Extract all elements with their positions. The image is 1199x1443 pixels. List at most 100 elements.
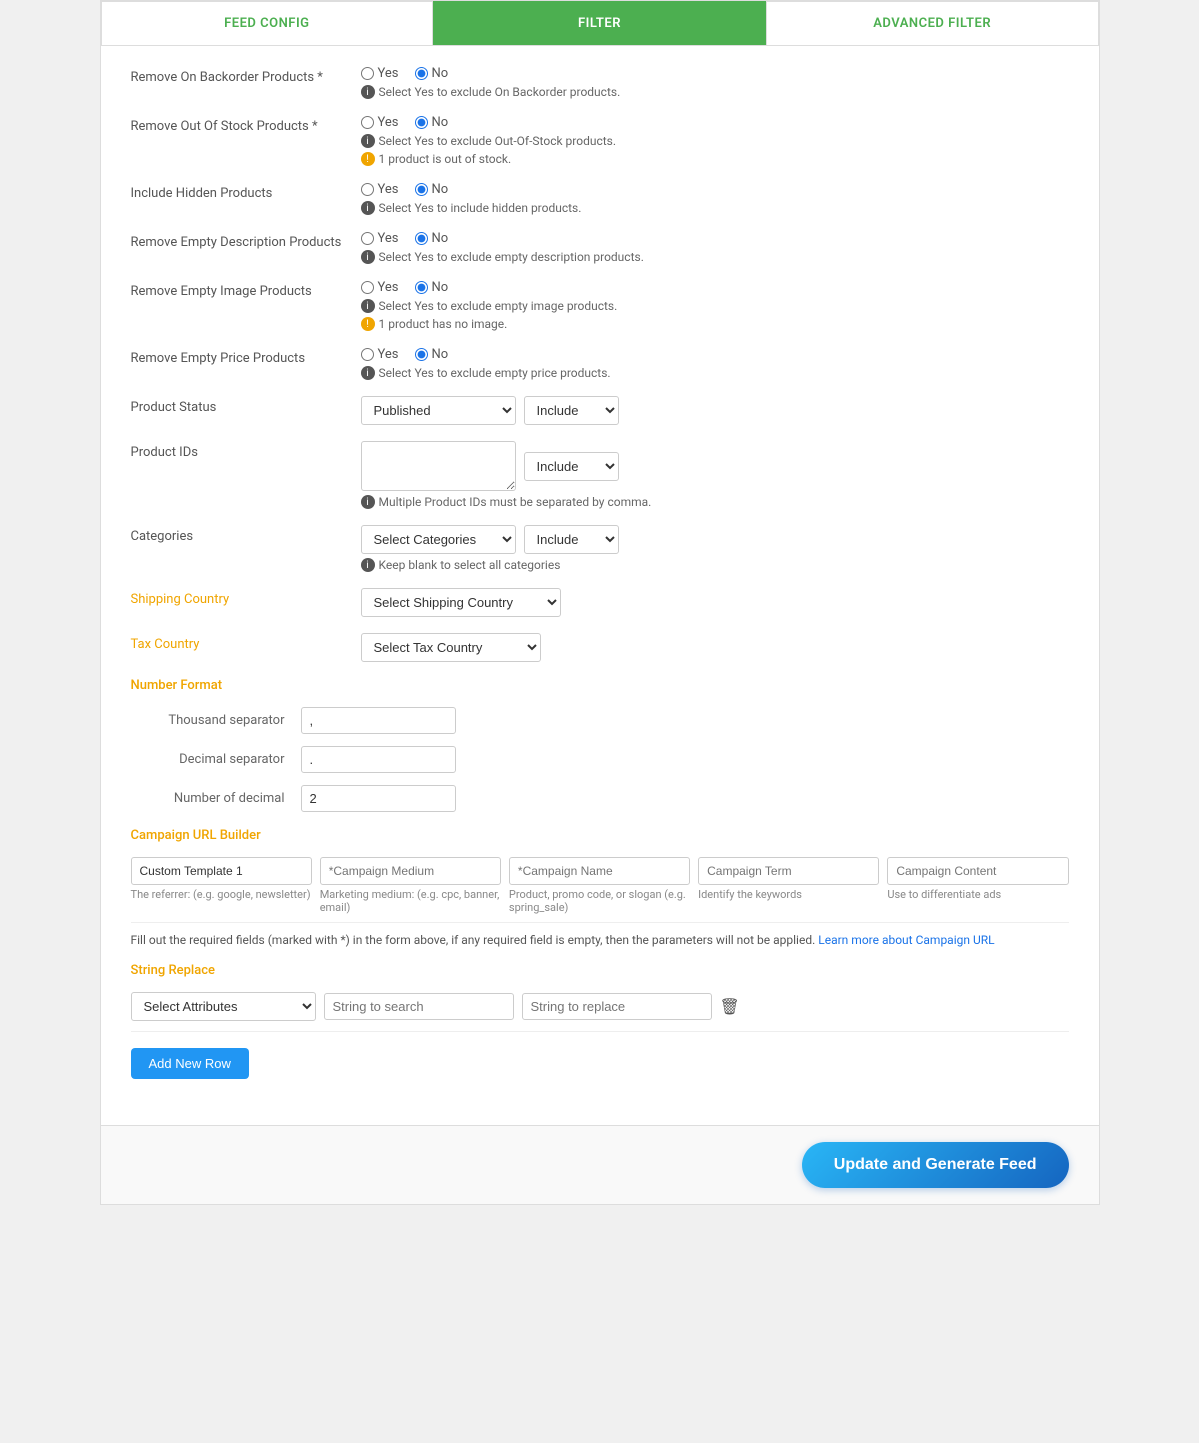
categories-select[interactable]: Select Categories xyxy=(361,525,516,554)
campaign-name-hint: Product, promo code, or slogan (e.g. spr… xyxy=(509,888,690,914)
page-footer: Update and Generate Feed xyxy=(101,1125,1099,1204)
empty-price-hint: i Select Yes to exclude empty price prod… xyxy=(361,366,1069,380)
empty-desc-yes[interactable]: Yes xyxy=(361,231,399,246)
include-hidden-hint: i Select Yes to include hidden products. xyxy=(361,201,1069,215)
tab-feed-config[interactable]: FEED CONFIG xyxy=(101,1,434,45)
tax-country-label: Tax Country xyxy=(131,633,351,652)
campaign-url-link[interactable]: Learn more about Campaign URL xyxy=(818,933,994,947)
product-ids-controls: Include Exclude i Multiple Product IDs m… xyxy=(361,441,1069,509)
remove-out-of-stock-controls: Yes No i Select Yes to exclude Out-Of-St… xyxy=(361,115,1069,166)
empty-price-no[interactable]: No xyxy=(415,347,449,362)
out-of-stock-info-icon: i xyxy=(361,134,375,148)
empty-desc-yes-radio[interactable] xyxy=(361,232,374,245)
product-ids-input[interactable] xyxy=(361,441,516,491)
campaign-term-hint: Identify the keywords xyxy=(698,888,879,901)
product-status-select[interactable]: Published Draft Pending Private xyxy=(361,396,516,425)
string-replace-replace-input[interactable] xyxy=(522,993,712,1020)
number-format-title: Number Format xyxy=(131,678,1069,693)
tax-country-select[interactable]: Select Tax Country xyxy=(361,633,541,662)
empty-price-no-radio[interactable] xyxy=(415,348,428,361)
shipping-country-label: Shipping Country xyxy=(131,588,351,607)
tax-country-row: Tax Country Select Tax Country xyxy=(131,633,1069,662)
thousand-separator-row: Thousand separator xyxy=(131,707,1069,734)
empty-desc-hint: i Select Yes to exclude empty descriptio… xyxy=(361,250,1069,264)
remove-out-of-stock-row: Remove Out Of Stock Products * Yes No i … xyxy=(131,115,1069,166)
string-replace-search-input[interactable] xyxy=(324,993,514,1020)
campaign-medium-field: Marketing medium: (e.g. cpc, banner, ema… xyxy=(320,857,501,914)
string-replace-attribute-select[interactable]: Select Attributes xyxy=(131,992,316,1021)
string-replace-delete-icon[interactable]: 🗑 xyxy=(720,997,740,1016)
empty-desc-no[interactable]: No xyxy=(415,231,449,246)
tab-advanced-filter[interactable]: ADVANCED FILTER xyxy=(766,1,1099,45)
out-of-stock-warn: ! 1 product is out of stock. xyxy=(361,152,1069,166)
campaign-fields-grid: The referrer: (e.g. google, newsletter) … xyxy=(131,857,1069,914)
campaign-custom-template-input[interactable] xyxy=(131,857,312,885)
include-hidden-radio-group: Yes No xyxy=(361,182,1069,197)
decimal-separator-input[interactable] xyxy=(301,746,456,773)
remove-empty-price-row: Remove Empty Price Products Yes No i Sel… xyxy=(131,347,1069,380)
remove-empty-price-controls: Yes No i Select Yes to exclude empty pri… xyxy=(361,347,1069,380)
categories-label: Categories xyxy=(131,525,351,544)
update-generate-feed-button[interactable]: Update and Generate Feed xyxy=(802,1142,1069,1188)
product-status-label: Product Status xyxy=(131,396,351,415)
empty-image-yes-radio[interactable] xyxy=(361,281,374,294)
empty-desc-no-radio[interactable] xyxy=(415,232,428,245)
empty-image-no[interactable]: No xyxy=(415,280,449,295)
hidden-no-radio[interactable] xyxy=(415,183,428,196)
campaign-name-input[interactable] xyxy=(509,857,690,885)
hidden-yes-radio[interactable] xyxy=(361,183,374,196)
categories-inline: Select Categories Include Exclude xyxy=(361,525,1069,554)
backorder-no-radio[interactable] xyxy=(415,67,428,80)
remove-empty-image-controls: Yes No i Select Yes to exclude empty ima… xyxy=(361,280,1069,331)
string-replace-title: String Replace xyxy=(131,963,1069,978)
campaign-term-input[interactable] xyxy=(698,857,879,885)
product-status-include-select[interactable]: Include Exclude xyxy=(524,396,619,425)
out-of-stock-yes-radio[interactable] xyxy=(361,116,374,129)
hidden-info-icon: i xyxy=(361,201,375,215)
product-ids-include-select[interactable]: Include Exclude xyxy=(524,452,619,481)
out-of-stock-warn-icon: ! xyxy=(361,152,375,166)
out-of-stock-yes[interactable]: Yes xyxy=(361,115,399,130)
out-of-stock-no-radio[interactable] xyxy=(415,116,428,129)
categories-info-icon: i xyxy=(361,558,375,572)
remove-out-of-stock-radio-group: Yes No xyxy=(361,115,1069,130)
campaign-medium-hint: Marketing medium: (e.g. cpc, banner, ema… xyxy=(320,888,501,914)
campaign-medium-input[interactable] xyxy=(320,857,501,885)
remove-on-backorder-yes[interactable]: Yes xyxy=(361,66,399,81)
include-hidden-no[interactable]: No xyxy=(415,182,449,197)
remove-empty-desc-controls: Yes No i Select Yes to exclude empty des… xyxy=(361,231,1069,264)
remove-empty-desc-label: Remove Empty Description Products xyxy=(131,231,351,250)
include-hidden-row: Include Hidden Products Yes No i Select … xyxy=(131,182,1069,215)
empty-price-info-icon: i xyxy=(361,366,375,380)
campaign-url-section: Campaign URL Builder The referrer: (e.g.… xyxy=(131,828,1069,947)
product-ids-row: Product IDs Include Exclude i Multiple P… xyxy=(131,441,1069,509)
string-replace-row: Select Attributes 🗑 xyxy=(131,992,1069,1021)
empty-image-hint: i Select Yes to exclude empty image prod… xyxy=(361,299,1069,313)
product-status-controls: Published Draft Pending Private Include … xyxy=(361,396,1069,425)
campaign-name-field: Product, promo code, or slogan (e.g. spr… xyxy=(509,857,690,914)
number-format-grid: Thousand separator Decimal separator Num… xyxy=(131,707,1069,812)
remove-empty-desc-row: Remove Empty Description Products Yes No… xyxy=(131,231,1069,264)
number-of-decimal-input[interactable] xyxy=(301,785,456,812)
empty-image-yes[interactable]: Yes xyxy=(361,280,399,295)
out-of-stock-no[interactable]: No xyxy=(415,115,449,130)
campaign-content-field: Use to differentiate ads xyxy=(887,857,1068,914)
categories-include-select[interactable]: Include Exclude xyxy=(524,525,619,554)
empty-price-yes[interactable]: Yes xyxy=(361,347,399,362)
product-status-inline: Published Draft Pending Private Include … xyxy=(361,396,1069,425)
backorder-hint: i Select Yes to exclude On Backorder pro… xyxy=(361,85,1069,99)
empty-price-yes-radio[interactable] xyxy=(361,348,374,361)
empty-image-warn-icon: ! xyxy=(361,317,375,331)
add-new-row-button[interactable]: Add New Row xyxy=(131,1048,249,1079)
include-hidden-yes[interactable]: Yes xyxy=(361,182,399,197)
remove-on-backorder-no[interactable]: No xyxy=(415,66,449,81)
empty-image-no-radio[interactable] xyxy=(415,281,428,294)
shipping-country-select[interactable]: Select Shipping Country xyxy=(361,588,561,617)
backorder-yes-radio[interactable] xyxy=(361,67,374,80)
remove-on-backorder-row: Remove On Backorder Products * Yes No i … xyxy=(131,66,1069,99)
thousand-separator-input[interactable] xyxy=(301,707,456,734)
tab-filter[interactable]: FILTER xyxy=(433,1,766,45)
categories-controls: Select Categories Include Exclude i Keep… xyxy=(361,525,1069,572)
empty-image-info-icon: i xyxy=(361,299,375,313)
campaign-content-input[interactable] xyxy=(887,857,1068,885)
